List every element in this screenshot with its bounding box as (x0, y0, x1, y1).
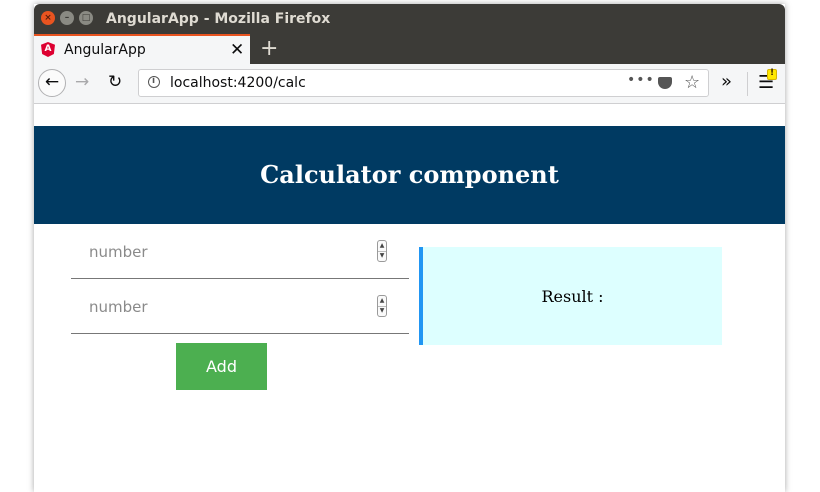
number-input-1-placeholder: number (89, 243, 148, 261)
result-label: Result : (541, 287, 604, 306)
url-bar[interactable]: i localhost:4200/calc ••• ˅ ☆ (138, 69, 709, 97)
number-input-2-spinner[interactable]: ▲ ▼ (377, 295, 387, 317)
overflow-chevron-icon[interactable]: » (721, 71, 732, 92)
bookmark-star-icon[interactable]: ☆ (684, 72, 700, 93)
spinner-down-icon[interactable]: ▼ (378, 306, 386, 316)
back-arrow-icon: ← (44, 72, 60, 92)
page-title: Calculator component (260, 160, 559, 189)
maximize-icon: □ (81, 13, 91, 23)
tab-angularapp[interactable]: A AngularApp ✕ (34, 34, 250, 64)
tab-title: AngularApp (64, 42, 146, 58)
desktop-background-right (785, 0, 820, 492)
add-button[interactable]: Add (176, 343, 267, 390)
new-tab-icon[interactable]: + (260, 36, 278, 61)
page-actions-icon[interactable]: ••• (627, 72, 655, 88)
window-minimize-button[interactable]: – (60, 11, 74, 25)
forward-arrow-icon[interactable]: → (75, 72, 89, 92)
page-content: Calculator component number ▲ ▼ number ▲… (34, 104, 785, 492)
back-button[interactable]: ← (38, 69, 66, 97)
site-info-icon[interactable]: i (148, 76, 160, 88)
angular-logo-icon: A (41, 42, 55, 57)
desktop-background-left (0, 0, 34, 492)
window-title: AngularApp - Mozilla Firefox (106, 11, 331, 27)
window-close-button[interactable]: × (41, 11, 55, 25)
minimize-icon: – (64, 13, 70, 23)
title-bar: × – □ AngularApp - Mozilla Firefox (34, 4, 785, 34)
page-header: Calculator component (34, 126, 785, 224)
window-maximize-button[interactable]: □ (79, 11, 93, 25)
number-input-2-placeholder: number (89, 298, 148, 316)
tab-close-icon[interactable]: ✕ (230, 40, 244, 60)
number-input-1[interactable]: number ▲ ▼ (71, 234, 409, 279)
pocket-icon[interactable]: ˅ (658, 74, 672, 89)
result-panel: Result : (419, 247, 722, 345)
close-icon: × (44, 13, 52, 23)
spinner-down-icon[interactable]: ▼ (378, 251, 386, 261)
warning-badge-icon: ! (767, 68, 777, 80)
navigation-toolbar: ← → ↻ i localhost:4200/calc ••• ˅ ☆ » ☰ … (34, 64, 785, 104)
tab-bar: A AngularApp ✕ + (34, 34, 785, 64)
toolbar-separator (747, 72, 748, 96)
browser-window: × – □ AngularApp - Mozilla Firefox A Ang… (34, 4, 785, 492)
reload-icon[interactable]: ↻ (108, 72, 122, 92)
url-text[interactable]: localhost:4200/calc (170, 75, 306, 91)
number-input-1-spinner[interactable]: ▲ ▼ (377, 240, 387, 262)
number-input-2[interactable]: number ▲ ▼ (71, 289, 409, 334)
